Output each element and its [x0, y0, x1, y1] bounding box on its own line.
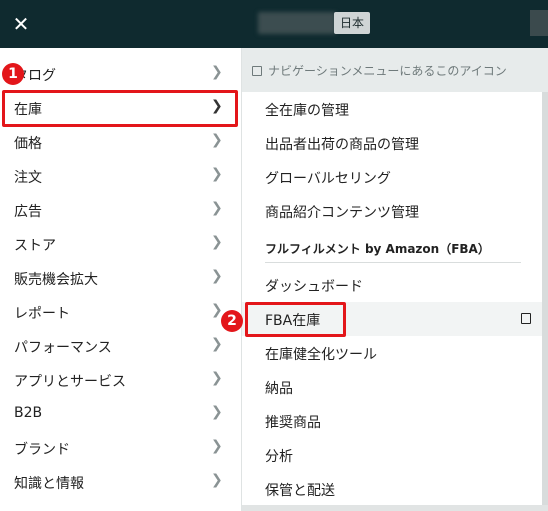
header-edge-button[interactable] — [530, 10, 548, 36]
menu-item-label: パフォーマンス — [14, 340, 112, 356]
menu-item-stores[interactable]: ストア ❯ — [0, 227, 242, 261]
language-selector[interactable]: 日本 — [334, 12, 371, 34]
section-divider — [265, 262, 521, 263]
submenu-item-fba-inventory[interactable]: FBA在庫 — [242, 302, 542, 336]
chevron-right-icon: ❯ — [211, 98, 223, 114]
submenu-item-storage-delivery[interactable]: 保管と配送 — [242, 472, 542, 506]
step-badge-2: 2 — [221, 310, 243, 332]
submenu-item-label: 商品紹介コンテンツ管理 — [265, 205, 419, 221]
chevron-right-icon: ❯ — [211, 132, 223, 148]
submenu-item-label: 在庫健全化ツール — [265, 347, 377, 363]
submenu-item-manage-all-inventory[interactable]: 全在庫の管理 — [242, 92, 542, 126]
menu-item-performance[interactable]: パフォーマンス ❯ — [0, 329, 242, 363]
menu-item-label: アプリとサービス — [14, 374, 126, 390]
chevron-right-icon: ❯ — [211, 200, 223, 216]
submenu-item-label: 全在庫の管理 — [265, 103, 349, 119]
menu-item-advertising[interactable]: 広告 ❯ — [0, 193, 242, 227]
inventory-submenu: 全在庫の管理 出品者出荷の商品の管理 グローバルセリング 商品紹介コンテンツ管理… — [242, 92, 542, 505]
navigation-menu-header: ✕ — [0, 0, 242, 48]
submenu-item-global-selling[interactable]: グローバルセリング — [242, 160, 542, 194]
menu-item-label: B2B — [14, 405, 43, 421]
fba-section-title: フルフィルメント by Amazon（FBA） — [265, 242, 490, 256]
page-notice-strip: ナビゲーションメニューにあるこのアイコン — [242, 48, 548, 92]
menu-item-learn[interactable]: 知識と情報 ❯ — [0, 465, 242, 499]
menu-item-inventory[interactable]: 在庫 ❯ — [0, 91, 242, 125]
menu-item-label: 知識と情報 — [14, 476, 84, 492]
menu-item-orders[interactable]: 注文 ❯ — [0, 159, 242, 193]
chevron-right-icon: ❯ — [211, 438, 223, 454]
blurred-account-name — [258, 12, 336, 34]
submenu-item-inventory-health[interactable]: 在庫健全化ツール — [242, 336, 542, 370]
chevron-right-icon: ❯ — [211, 234, 223, 250]
menu-item-label: 販売機会拡大 — [14, 272, 98, 288]
submenu-item-label: ダッシュボード — [265, 279, 363, 295]
menu-item-b2b[interactable]: B2B ❯ — [0, 397, 242, 431]
menu-item-label: 広告 — [14, 204, 42, 220]
submenu-item-label: 推奨商品 — [265, 415, 321, 431]
chevron-right-icon: ❯ — [211, 472, 223, 488]
chevron-right-icon: ❯ — [211, 268, 223, 284]
menu-item-apps-services[interactable]: アプリとサービス ❯ — [0, 363, 242, 397]
menu-item-label: 注文 — [14, 170, 42, 186]
menu-item-brands[interactable]: ブランド ❯ — [0, 431, 242, 465]
submenu-item-label: 分析 — [265, 449, 293, 465]
chevron-right-icon: ❯ — [211, 336, 223, 352]
page-background-edge — [542, 92, 548, 511]
submenu-item-label: FBA在庫 — [265, 313, 321, 329]
menu-item-catalog[interactable]: タログ ❯ — [0, 57, 242, 91]
close-icon[interactable]: ✕ — [8, 10, 34, 38]
menu-item-pricing[interactable]: 価格 ❯ — [0, 125, 242, 159]
submenu-item-a-plus-content[interactable]: 商品紹介コンテンツ管理 — [242, 194, 542, 228]
step-badge-1: 1 — [2, 63, 24, 85]
menu-item-reports[interactable]: レポート ❯ — [0, 295, 242, 329]
submenu-item-label: グローバルセリング — [265, 171, 391, 187]
menu-item-label: ブランド — [14, 442, 70, 458]
submenu-item-dashboard[interactable]: ダッシュボード — [242, 268, 542, 302]
navigation-menu-panel: ✕ タログ ❯ 在庫 ❯ 価格 ❯ 注文 ❯ 広告 ❯ ストア ❯ 販売機会拡大… — [0, 0, 242, 511]
menu-item-label: 価格 — [14, 136, 42, 152]
submenu-item-manage-seller-fulfilled[interactable]: 出品者出荷の商品の管理 — [242, 126, 542, 160]
menu-item-label: 在庫 — [14, 102, 42, 118]
submenu-item-shipments[interactable]: 納品 — [242, 370, 542, 404]
chevron-right-icon: ❯ — [211, 370, 223, 386]
submenu-item-recommended-products[interactable]: 推奨商品 — [242, 404, 542, 438]
submenu-item-label: 保管と配送 — [265, 483, 335, 499]
chevron-right-icon: ❯ — [211, 404, 223, 420]
submenu-item-analytics[interactable]: 分析 — [242, 438, 542, 472]
chevron-right-icon: ❯ — [211, 166, 223, 182]
submenu-item-label: 納品 — [265, 381, 293, 397]
menu-item-label: レポート — [14, 306, 70, 322]
bookmark-icon — [252, 66, 262, 76]
menu-item-growth[interactable]: 販売機会拡大 ❯ — [0, 261, 242, 295]
bookmark-icon[interactable] — [521, 313, 531, 324]
chevron-right-icon: ❯ — [211, 64, 223, 80]
menu-item-label: ストア — [14, 238, 56, 254]
submenu-item-label: 出品者出荷の商品の管理 — [265, 137, 419, 153]
page-notice-text: ナビゲーションメニューにあるこのアイコン — [268, 64, 507, 78]
